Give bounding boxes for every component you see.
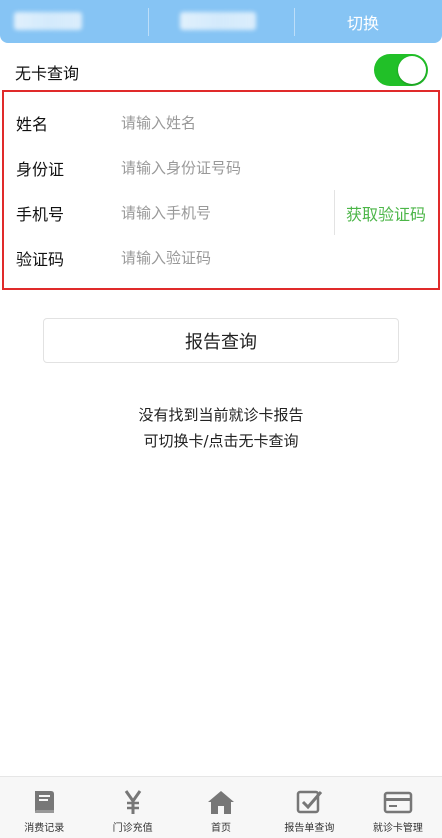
- card-icon: [381, 787, 415, 817]
- name-row: 姓名: [4, 100, 438, 145]
- code-row: 验证码: [4, 235, 438, 280]
- no-card-form: 姓名 身份证 手机号 获取验证码 验证码: [2, 90, 440, 290]
- bottom-nav: 消费记录 门诊充值 首页 报告单查询 就诊卡管理: [0, 776, 442, 838]
- get-verification-code-button[interactable]: 获取验证码: [346, 201, 426, 225]
- nav-report-query[interactable]: 报告单查询: [265, 777, 353, 838]
- book-icon: [27, 787, 61, 817]
- switch-card-button[interactable]: 切换: [330, 0, 396, 43]
- blurred-tab-2[interactable]: [180, 12, 256, 30]
- phone-label: 手机号: [16, 204, 65, 224]
- tab-divider: [294, 8, 295, 36]
- name-input[interactable]: [121, 107, 321, 138]
- no-report-message: 没有找到当前就诊卡报告: [138, 406, 304, 424]
- blurred-tab-1[interactable]: [14, 12, 82, 30]
- toggle-knob: [398, 56, 426, 84]
- report-query-button[interactable]: 报告查询: [43, 318, 399, 363]
- switch-hint-message: 可切换卡/点击无卡查询: [143, 432, 299, 450]
- nav-label: 门诊充值: [112, 823, 153, 834]
- tab-divider: [148, 8, 149, 36]
- code-input[interactable]: [121, 242, 321, 273]
- no-card-query-row: 无卡查询: [0, 52, 442, 92]
- nav-card-management[interactable]: 就诊卡管理: [354, 777, 442, 838]
- nav-label: 消费记录: [24, 823, 65, 834]
- code-label: 验证码: [16, 249, 65, 269]
- name-label: 姓名: [16, 114, 49, 134]
- nav-label: 报告单查询: [284, 823, 335, 834]
- yen-icon: [116, 787, 150, 817]
- no-card-query-toggle[interactable]: [374, 54, 428, 86]
- id-card-label: 身份证: [16, 159, 65, 179]
- id-card-input[interactable]: [121, 152, 321, 183]
- nav-label: 就诊卡管理: [372, 823, 423, 834]
- checkbox-icon: [292, 787, 326, 817]
- code-divider: [334, 190, 335, 235]
- top-bar: 切换: [0, 0, 442, 43]
- nav-label: 首页: [211, 823, 232, 834]
- home-icon: [204, 787, 238, 817]
- nav-home[interactable]: 首页: [177, 777, 265, 838]
- no-card-query-label: 无卡查询: [15, 64, 80, 83]
- phone-input[interactable]: [121, 197, 321, 228]
- nav-consumption-records[interactable]: 消费记录: [0, 777, 88, 838]
- phone-row: 手机号 获取验证码: [4, 190, 438, 235]
- nav-outpatient-recharge[interactable]: 门诊充值: [88, 777, 176, 838]
- id-card-row: 身份证: [4, 145, 438, 190]
